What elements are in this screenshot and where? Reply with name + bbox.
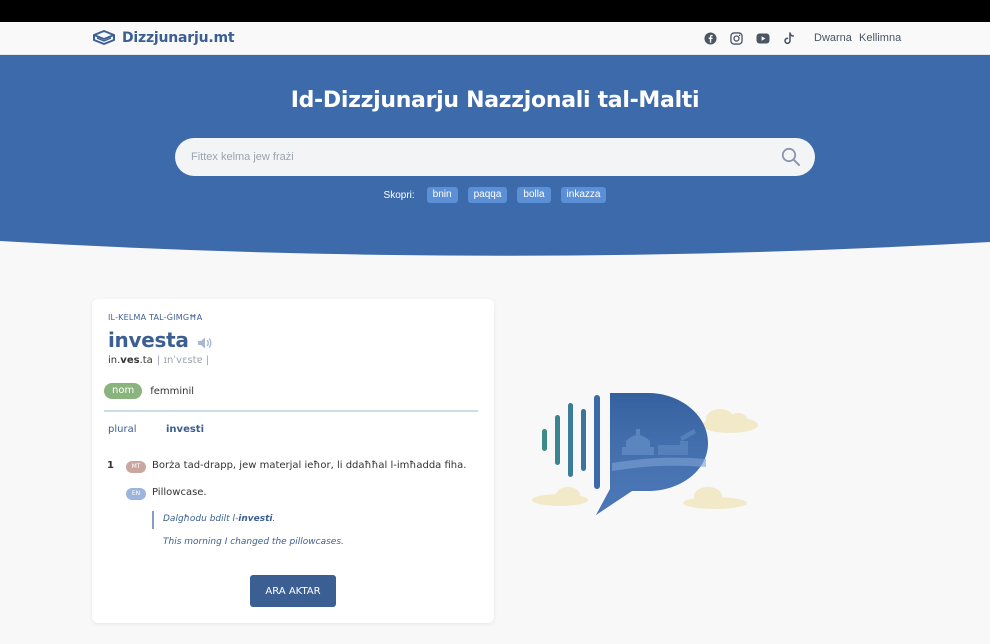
example-english: This morning I changed the pillowcases. [163,537,344,547]
nav-link-contact[interactable]: Kellimna [859,32,901,44]
definition-maltese: Borża tad-drapp, jew materjal ieħor, li … [152,460,467,471]
card-eyebrow: IL-KELMA TAL-ĠIMGĦA [108,313,203,322]
plural-label: plural [108,424,137,435]
suggestion-chip[interactable]: paqqa [467,187,508,203]
syllabification: in.ves.ta [108,355,153,366]
search-input[interactable] [191,138,771,176]
see-more-button[interactable]: ARA AKTAR [250,575,336,607]
suggestion-chip[interactable]: inkazza [560,187,607,203]
site-navbar: Dizzjunarju.mt Dwarna Kellimna [0,22,990,55]
word-of-the-week-card: IL-KELMA TAL-ĠIMGĦA investa in.ves.ta | ɪ… [92,299,494,623]
headword: investa [108,328,189,352]
definition-english: Pillowcase. [152,487,207,498]
speech-bubble-illustration [530,385,770,520]
site-logo[interactable]: Dizzjunarju.mt [92,28,235,48]
part-of-speech-row: nom femminil [104,383,194,399]
youtube-icon[interactable] [756,31,770,45]
discover-label: Skopri: [383,189,415,201]
logo-text: Dizzjunarju.mt [122,30,235,46]
plural-value[interactable]: investi [166,424,204,435]
search-bar [175,138,815,176]
gender-label: femminil [150,385,195,397]
search-icon[interactable] [781,147,801,167]
facebook-icon[interactable] [703,31,717,45]
discover-suggestions: Skopri: bnin paqqa bolla inkazza [0,187,990,203]
suggestion-chip[interactable]: bnin [426,187,458,203]
nav-link-about[interactable]: Dwarna [814,32,852,44]
english-language-badge: EN [126,488,146,500]
card-divider [104,410,478,412]
tiktok-icon[interactable] [782,31,796,45]
ipa-transcription: | ɪnˈvɛstɐ | [156,355,210,366]
instagram-icon[interactable] [729,31,743,45]
hero-section: Id-Dizzjunarju Nazzjonali tal-Malti Skop… [0,55,990,260]
hero-title: Id-Dizzjunarju Nazzjonali tal-Malti [290,88,700,113]
example-maltese: Dalgħodu bdilt l-investi. [163,514,276,524]
pos-badge: nom [104,383,143,399]
sense-number: 1 [107,460,114,471]
maltese-language-badge: MT [126,461,146,473]
example-quote-bar [152,511,154,529]
book-logo-icon [93,30,115,45]
browser-top-bar [0,0,990,22]
headword-row: investa [108,328,213,352]
speaker-icon[interactable] [197,335,213,349]
pronunciation: in.ves.ta | ɪnˈvɛstɐ | [108,355,209,366]
suggestion-chip[interactable]: bolla [517,187,551,203]
